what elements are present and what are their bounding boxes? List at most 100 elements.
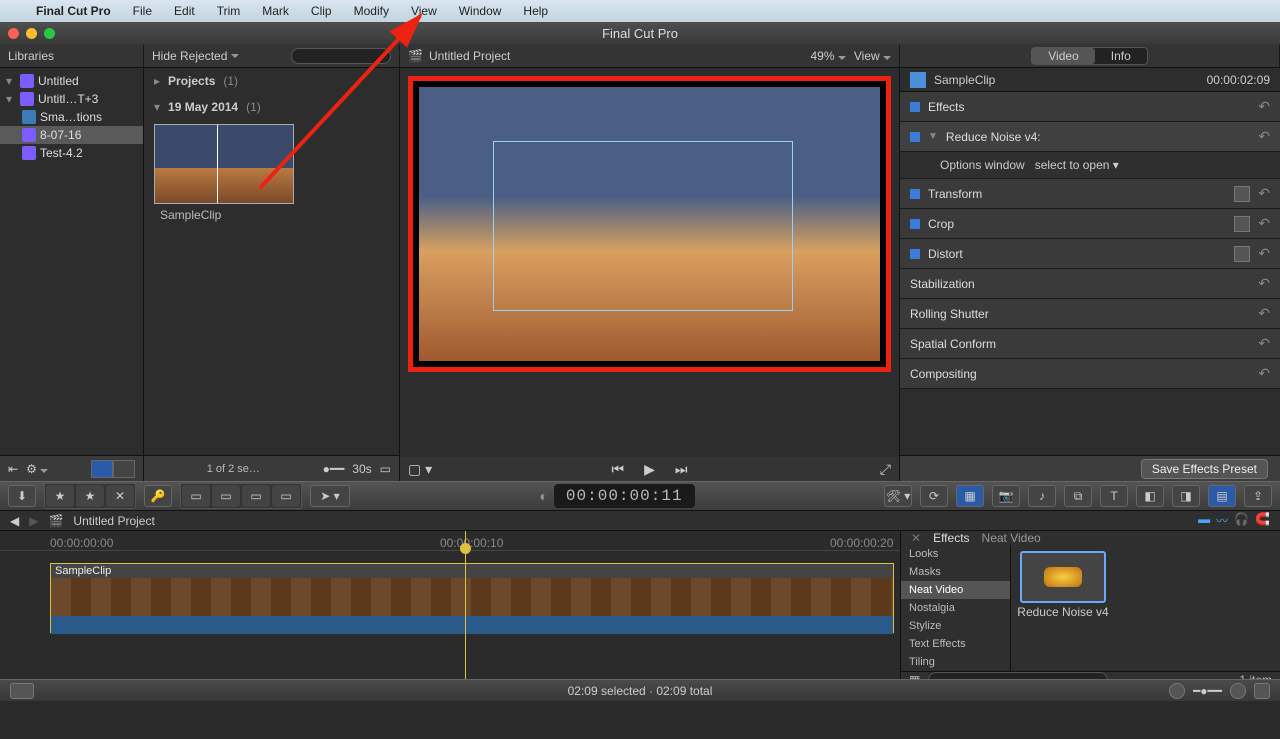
- import-button[interactable]: ⬇: [8, 485, 36, 507]
- arrow-tool-dropdown[interactable]: ➤ ▾: [310, 485, 350, 507]
- reset-icon[interactable]: ↶: [1258, 305, 1270, 322]
- inspector-toggle-button[interactable]: ▤: [1208, 485, 1236, 507]
- fx-cat[interactable]: Text Effects: [901, 635, 1010, 653]
- inspector-section-stabilization[interactable]: Stabilization↶: [900, 269, 1280, 299]
- projects-header[interactable]: ▸Projects (1): [144, 68, 399, 94]
- app-menu[interactable]: Final Cut Pro: [36, 4, 111, 18]
- fx-cat[interactable]: Stylize: [901, 617, 1010, 635]
- filmstrip-view-button[interactable]: [91, 460, 113, 478]
- transform-tool-dropdown[interactable]: ▢ ▾: [408, 461, 432, 478]
- solo-toggle[interactable]: 🎧: [1234, 512, 1249, 529]
- favorite-button[interactable]: ★: [76, 485, 104, 507]
- snap-toggle[interactable]: 🧲: [1255, 512, 1270, 529]
- menu-view[interactable]: View: [411, 4, 437, 18]
- inspector-section-spatial-conform[interactable]: Spatial Conform↶: [900, 329, 1280, 359]
- titles-browser-button[interactable]: T: [1100, 485, 1128, 507]
- library-item-selected[interactable]: 8-07-16: [0, 126, 143, 144]
- keyword-button[interactable]: ★: [46, 485, 74, 507]
- zoom-dropdown[interactable]: 49%: [810, 49, 845, 63]
- audio-skim-toggle[interactable]: 〰: [1216, 512, 1228, 529]
- keyword-editor-button[interactable]: 🔑: [144, 485, 172, 507]
- menu-modify[interactable]: Modify: [354, 4, 389, 18]
- timeline-ruler[interactable]: 00:00:00:00 00:00:00:10 00:00:00:20: [0, 535, 900, 551]
- timeline-history-fwd[interactable]: ▶: [29, 514, 38, 528]
- append-button[interactable]: ▭: [242, 485, 270, 507]
- inspector-section-distort[interactable]: Distort↶: [900, 239, 1280, 269]
- browser-search-input[interactable]: [291, 48, 391, 64]
- event-header[interactable]: ▾19 May 2014 (1): [144, 94, 399, 120]
- share-button[interactable]: ⇪: [1244, 485, 1272, 507]
- distort-icon[interactable]: [1234, 246, 1250, 262]
- enable-checkbox[interactable]: [910, 219, 920, 229]
- playhead[interactable]: [465, 531, 466, 679]
- options-window-dropdown[interactable]: select to open ▾: [1035, 158, 1119, 172]
- enhance-dropdown[interactable]: ⟳: [920, 485, 948, 507]
- audio-waveform-icon[interactable]: ▭: [380, 462, 391, 476]
- inspector-section-compositing[interactable]: Compositing↶: [900, 359, 1280, 389]
- menu-edit[interactable]: Edit: [174, 4, 195, 18]
- fx-tab-effects[interactable]: Effects: [933, 531, 969, 545]
- reset-icon[interactable]: ↶: [1258, 185, 1270, 202]
- transform-icon[interactable]: [1234, 186, 1250, 202]
- fullscreen-button[interactable]: ⤢: [880, 461, 891, 477]
- clip-thumbnail[interactable]: [154, 124, 294, 204]
- enable-checkbox[interactable]: [910, 249, 920, 259]
- overwrite-button[interactable]: ▭: [272, 485, 300, 507]
- inspector-tab-video[interactable]: Video: [1032, 48, 1094, 64]
- library-item[interactable]: ▾Untitled: [0, 72, 143, 90]
- library-item[interactable]: Sma…tions: [0, 108, 143, 126]
- inspector-section-rolling-shutter[interactable]: Rolling Shutter↶: [900, 299, 1280, 329]
- menu-help[interactable]: Help: [523, 4, 548, 18]
- fx-cat[interactable]: Nostalgia: [901, 599, 1010, 617]
- enable-checkbox[interactable]: [910, 102, 920, 112]
- fx-cat-selected[interactable]: Neat Video: [901, 581, 1010, 599]
- crop-rect[interactable]: [493, 141, 793, 311]
- themes-browser-button[interactable]: ◨: [1172, 485, 1200, 507]
- gear-dropdown[interactable]: ⚙: [26, 462, 48, 476]
- next-edit-button[interactable]: ⏭: [675, 461, 688, 478]
- timecode-display[interactable]: 00:00:00:11: [554, 484, 695, 508]
- play-button[interactable]: ▶: [644, 461, 655, 478]
- reset-icon[interactable]: ↶: [1258, 128, 1270, 145]
- fx-close-icon[interactable]: ✕: [911, 531, 921, 545]
- photos-browser-button[interactable]: 📷: [992, 485, 1020, 507]
- viewer-canvas[interactable]: [408, 76, 891, 372]
- timeline-clip[interactable]: SampleClip: [50, 563, 894, 633]
- inspector-effect-item[interactable]: ▼Reduce Noise v4:↶: [900, 122, 1280, 152]
- view-dropdown[interactable]: View: [854, 49, 891, 63]
- zoom-slider[interactable]: ━●━━: [1193, 684, 1222, 698]
- crop-icon[interactable]: [1234, 216, 1250, 232]
- clip-duration-scrubber[interactable]: ●━━: [323, 462, 345, 476]
- timeline-index-button[interactable]: [10, 683, 34, 699]
- reject-button[interactable]: ✕: [106, 485, 134, 507]
- inspector-section-transform[interactable]: Transform↶: [900, 179, 1280, 209]
- inspector-tab-info[interactable]: Info: [1095, 48, 1147, 64]
- reset-icon[interactable]: ↶: [1258, 215, 1270, 232]
- music-browser-button[interactable]: ♪: [1028, 485, 1056, 507]
- list-view-button[interactable]: [113, 460, 135, 478]
- zoom-out-button[interactable]: [1169, 683, 1185, 699]
- fx-cat[interactable]: Tiling: [901, 653, 1010, 671]
- connect-button[interactable]: ▭: [182, 485, 210, 507]
- reset-icon[interactable]: ↶: [1258, 335, 1270, 352]
- library-item[interactable]: Test-4.2: [0, 144, 143, 162]
- inspector-section-crop[interactable]: Crop↶: [900, 209, 1280, 239]
- timeline-history-back[interactable]: ◀: [10, 514, 19, 528]
- enable-checkbox[interactable]: [910, 189, 920, 199]
- menu-trim[interactable]: Trim: [217, 4, 241, 18]
- reset-icon[interactable]: ↶: [1258, 275, 1270, 292]
- prev-edit-button[interactable]: ⏮: [612, 461, 625, 478]
- inspector-section-effects[interactable]: Effects↶: [900, 92, 1280, 122]
- minimize-button[interactable]: [26, 28, 37, 39]
- menu-window[interactable]: Window: [459, 4, 502, 18]
- fx-cat[interactable]: Looks: [901, 545, 1010, 563]
- fx-item[interactable]: Reduce Noise v4: [1017, 551, 1109, 619]
- filter-dropdown[interactable]: Hide Rejected: [152, 49, 239, 63]
- save-effects-preset-button[interactable]: Save Effects Preset: [1141, 459, 1268, 479]
- menu-mark[interactable]: Mark: [262, 4, 289, 18]
- library-item[interactable]: ▾Untitl…T+3: [0, 90, 143, 108]
- zoom-in-button[interactable]: [1230, 683, 1246, 699]
- zoom-button[interactable]: [44, 28, 55, 39]
- effects-browser-button[interactable]: ▦: [956, 485, 984, 507]
- menu-file[interactable]: File: [133, 4, 152, 18]
